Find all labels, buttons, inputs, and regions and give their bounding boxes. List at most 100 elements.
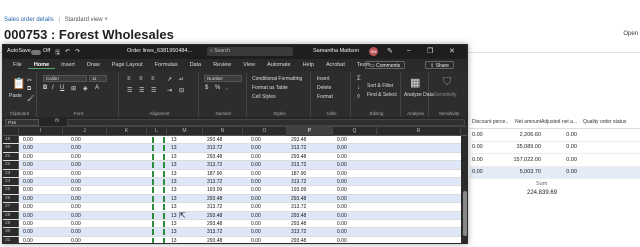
grid-row[interactable]: 0.00 2,206.60 0.00 — [470, 129, 640, 142]
cell-m[interactable]: 13 — [171, 186, 177, 193]
align-middle-icon[interactable]: ≡ — [139, 76, 143, 82]
cell-p[interactable]: 313.72 — [291, 178, 306, 185]
font-name-select[interactable]: Calibri — [43, 75, 87, 82]
cell-i[interactable]: 0.00 — [23, 153, 33, 160]
cell-i[interactable]: 0.00 — [23, 170, 33, 177]
worksheet-row[interactable]: 29 0.00 0.00 13 293.48 0.00 293.48 0.00 — [3, 220, 461, 229]
copy-icon[interactable]: ⧉ — [27, 86, 31, 93]
tab-data[interactable]: Data — [184, 62, 208, 68]
row-header[interactable]: 30 — [3, 228, 19, 236]
cell-o[interactable]: 0.00 — [251, 195, 261, 202]
cell-q[interactable]: 0.00 — [337, 195, 347, 202]
grid-row[interactable]: 0.00 35,089.00 0.00 — [470, 142, 640, 154]
pen-icon[interactable]: ✎ — [387, 47, 393, 55]
align-top-icon[interactable]: ≡ — [127, 76, 131, 82]
tab-insert[interactable]: Insert — [55, 62, 81, 68]
font-color-icon[interactable]: A — [95, 85, 99, 91]
fill-color-icon[interactable]: ◈ — [83, 85, 88, 92]
cell-n[interactable]: 293.48 — [207, 237, 222, 243]
cell-j[interactable]: 0.00 — [71, 228, 81, 235]
chevron-down-icon[interactable]: ˅ — [104, 17, 108, 23]
cell-o[interactable]: 0.00 — [251, 203, 261, 210]
worksheet-row[interactable]: 30 0.00 0.00 13 313.72 0.00 313.72 0.00 — [3, 228, 461, 237]
paste-label[interactable]: Paste — [9, 93, 22, 99]
vertical-scrollbar[interactable] — [461, 136, 467, 243]
align-center-icon[interactable]: ☰ — [139, 87, 144, 94]
cell-j[interactable]: 0.00 — [71, 195, 81, 202]
tab-help[interactable]: Help — [297, 62, 320, 68]
wrap-text-icon[interactable]: ↵ — [179, 76, 184, 83]
avatar[interactable]: SM — [369, 47, 378, 56]
cell-m[interactable]: 13 — [171, 136, 177, 143]
worksheet-row[interactable]: 28 0.00 0.00 13 293.48 0.00 293.48 0.00 — [3, 211, 461, 220]
borders-icon[interactable]: ⊞ — [71, 85, 76, 92]
breadcrumb-link[interactable]: Sales order details — [4, 17, 54, 23]
currency-icon[interactable]: $ — [205, 85, 208, 91]
column-header-quality-status[interactable]: Quality order status — [577, 119, 637, 125]
fill-icon[interactable]: ↓ — [357, 85, 360, 91]
cell-j[interactable]: 0.00 — [71, 212, 81, 219]
analyze-data-icon[interactable]: ▦ — [410, 76, 420, 89]
bold-icon[interactable]: B — [43, 85, 47, 91]
cell-o[interactable]: 0.00 — [251, 144, 261, 151]
cell-i[interactable]: 0.00 — [23, 220, 33, 227]
fx-icon[interactable]: fx — [55, 118, 59, 124]
cell-q[interactable]: 0.00 — [337, 144, 347, 151]
cell-o[interactable]: 0.00 — [251, 186, 261, 193]
column-header-m[interactable]: M — [167, 127, 203, 136]
cell-q[interactable]: 0.00 — [337, 186, 347, 193]
cell-j[interactable]: 0.00 — [71, 186, 81, 193]
cell-j[interactable]: 0.00 — [71, 237, 81, 243]
tab-acrobat[interactable]: Acrobat — [320, 62, 351, 68]
cell-styles-button[interactable]: Cell Styles — [252, 94, 276, 100]
comments-button[interactable]: ▭ Comments — [365, 61, 406, 69]
tab-home[interactable]: Home — [27, 62, 56, 69]
indent-icon[interactable]: ⇥ — [167, 87, 172, 94]
cell-m[interactable]: 13 — [171, 203, 177, 210]
cell-i[interactable]: 0.00 — [23, 161, 33, 168]
cell-p[interactable]: 293.48 — [291, 237, 306, 243]
column-header-n[interactable]: N — [203, 127, 243, 136]
cell-p[interactable]: 293.48 — [291, 195, 306, 202]
redo-icon[interactable]: ↷ — [75, 48, 80, 55]
cell-o[interactable]: 0.00 — [251, 161, 261, 168]
cell-q[interactable]: 0.00 — [337, 228, 347, 235]
share-button[interactable]: ⇪ Share — [425, 61, 454, 69]
cell-i[interactable]: 0.00 — [23, 136, 33, 143]
cell-o[interactable]: 0.00 — [251, 170, 261, 177]
insert-cells-button[interactable]: Insert — [317, 76, 330, 82]
worksheet-row[interactable]: 23 0.00 0.00 13 187.90 0.00 187.90 0.00 — [3, 169, 461, 178]
cell-p[interactable]: 193.09 — [291, 186, 306, 193]
cell-m[interactable]: 13 — [171, 178, 177, 185]
worksheet-row[interactable]: 27 0.00 0.00 13 313.72 0.00 313.72 0.00 — [3, 203, 461, 212]
column-header-r[interactable]: R — [377, 127, 461, 136]
cell-q[interactable]: 0.00 — [337, 237, 347, 243]
cell-i[interactable]: 0.00 — [23, 237, 33, 243]
cell-j[interactable]: 0.00 — [71, 203, 81, 210]
cell-p[interactable]: 293.48 — [291, 212, 306, 219]
orientation-icon[interactable]: ↗ — [167, 76, 172, 83]
cell-n[interactable]: 293.48 — [207, 136, 222, 143]
align-right-icon[interactable]: ☰ — [151, 87, 156, 94]
sensitivity-button[interactable]: Sensitivity — [434, 92, 457, 98]
cell-i[interactable]: 0.00 — [23, 228, 33, 235]
cell-m[interactable]: 13 — [171, 144, 177, 151]
cell-o[interactable]: 0.00 — [251, 153, 261, 160]
find-select-button[interactable]: Find & Select — [367, 92, 397, 98]
worksheet-row[interactable]: 22 0.00 0.00 13 313.72 0.00 313.72 0.00 — [3, 161, 461, 170]
cell-o[interactable]: 0.00 — [251, 237, 261, 243]
italic-icon[interactable]: I — [52, 85, 54, 91]
comma-icon[interactable]: , — [226, 85, 228, 91]
analyze-data-button[interactable]: Analyze Data — [404, 92, 434, 98]
cell-p[interactable]: 313.72 — [291, 161, 306, 168]
cell-j[interactable]: 0.00 — [71, 136, 81, 143]
open-button[interactable]: Open — [623, 31, 638, 37]
row-header[interactable]: 22 — [3, 161, 19, 169]
column-header-k[interactable]: K — [107, 127, 147, 136]
cell-m[interactable]: 13 — [171, 212, 177, 219]
align-left-icon[interactable]: ☰ — [127, 87, 132, 94]
restore-icon[interactable]: ❐ — [427, 47, 433, 55]
cell-q[interactable]: 0.00 — [337, 203, 347, 210]
worksheet-row[interactable]: 31 0.00 0.00 13 293.48 0.00 293.48 0.00 — [3, 236, 461, 243]
cell-p[interactable]: 293.48 — [291, 220, 306, 227]
